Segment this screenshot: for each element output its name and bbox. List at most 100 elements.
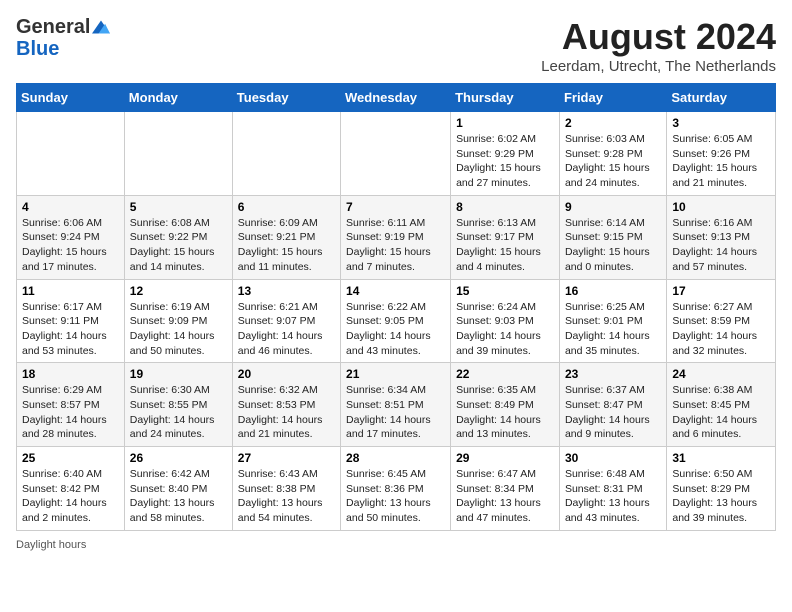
calendar-cell: 5 Sunrise: 6:08 AM Sunset: 9:22 PM Daylig… (124, 195, 232, 279)
day-info: Sunrise: 6:09 AM Sunset: 9:21 PM Dayligh… (238, 216, 335, 275)
calendar-cell: 29 Sunrise: 6:47 AM Sunset: 8:34 PM Dayli… (451, 447, 560, 531)
calendar-day-header: Sunday (17, 84, 125, 112)
calendar-cell: 30 Sunrise: 6:48 AM Sunset: 8:31 PM Dayli… (559, 447, 666, 531)
day-number: 13 (238, 284, 335, 298)
calendar-cell: 15 Sunrise: 6:24 AM Sunset: 9:03 PM Dayli… (451, 279, 560, 363)
calendar-cell: 9 Sunrise: 6:14 AM Sunset: 9:15 PM Daylig… (559, 195, 666, 279)
calendar-cell (341, 112, 451, 196)
calendar-cell: 27 Sunrise: 6:43 AM Sunset: 8:38 PM Dayli… (232, 447, 340, 531)
day-number: 20 (238, 367, 335, 381)
day-number: 27 (238, 451, 335, 465)
day-info: Sunrise: 6:35 AM Sunset: 8:49 PM Dayligh… (456, 383, 554, 442)
day-info: Sunrise: 6:38 AM Sunset: 8:45 PM Dayligh… (672, 383, 770, 442)
calendar-week-row: 25 Sunrise: 6:40 AM Sunset: 8:42 PM Dayli… (17, 447, 776, 531)
calendar-cell (124, 112, 232, 196)
day-number: 7 (346, 200, 445, 214)
day-info: Sunrise: 6:24 AM Sunset: 9:03 PM Dayligh… (456, 300, 554, 359)
day-info: Sunrise: 6:08 AM Sunset: 9:22 PM Dayligh… (130, 216, 227, 275)
logo-general-text: General (16, 16, 90, 38)
calendar-cell: 12 Sunrise: 6:19 AM Sunset: 9:09 PM Dayli… (124, 279, 232, 363)
calendar-cell: 28 Sunrise: 6:45 AM Sunset: 8:36 PM Dayli… (341, 447, 451, 531)
day-info: Sunrise: 6:25 AM Sunset: 9:01 PM Dayligh… (565, 300, 661, 359)
day-info: Sunrise: 6:45 AM Sunset: 8:36 PM Dayligh… (346, 467, 445, 526)
calendar-cell: 22 Sunrise: 6:35 AM Sunset: 8:49 PM Dayli… (451, 363, 560, 447)
calendar-cell: 1 Sunrise: 6:02 AM Sunset: 9:29 PM Daylig… (451, 112, 560, 196)
calendar-day-header: Wednesday (341, 84, 451, 112)
day-info: Sunrise: 6:13 AM Sunset: 9:17 PM Dayligh… (456, 216, 554, 275)
day-number: 4 (22, 200, 119, 214)
calendar-cell: 7 Sunrise: 6:11 AM Sunset: 9:19 PM Daylig… (341, 195, 451, 279)
calendar-table: SundayMondayTuesdayWednesdayThursdayFrid… (16, 83, 776, 531)
day-number: 6 (238, 200, 335, 214)
day-number: 14 (346, 284, 445, 298)
calendar-cell: 25 Sunrise: 6:40 AM Sunset: 8:42 PM Dayli… (17, 447, 125, 531)
day-number: 12 (130, 284, 227, 298)
footer-note: Daylight hours (16, 539, 776, 551)
day-info: Sunrise: 6:34 AM Sunset: 8:51 PM Dayligh… (346, 383, 445, 442)
day-number: 31 (672, 451, 770, 465)
day-info: Sunrise: 6:14 AM Sunset: 9:15 PM Dayligh… (565, 216, 661, 275)
calendar-cell (232, 112, 340, 196)
subtitle: Leerdam, Utrecht, The Netherlands (541, 58, 776, 75)
logo: General Blue (16, 16, 110, 60)
calendar-week-row: 18Sunrise: 6:29 AM Sunset: 8:57 PM Dayli… (17, 363, 776, 447)
calendar-day-header: Saturday (667, 84, 776, 112)
day-number: 8 (456, 200, 554, 214)
day-info: Sunrise: 6:17 AM Sunset: 9:11 PM Dayligh… (22, 300, 119, 359)
day-info: Sunrise: 6:16 AM Sunset: 9:13 PM Dayligh… (672, 216, 770, 275)
calendar-cell: 16 Sunrise: 6:25 AM Sunset: 9:01 PM Dayli… (559, 279, 666, 363)
day-info: Sunrise: 6:50 AM Sunset: 8:29 PM Dayligh… (672, 467, 770, 526)
day-number: 3 (672, 116, 770, 130)
day-info: Sunrise: 6:48 AM Sunset: 8:31 PM Dayligh… (565, 467, 661, 526)
day-info: Sunrise: 6:22 AM Sunset: 9:05 PM Dayligh… (346, 300, 445, 359)
day-number: 16 (565, 284, 661, 298)
day-info: Sunrise: 6:19 AM Sunset: 9:09 PM Dayligh… (130, 300, 227, 359)
calendar-cell: 2Sunrise: 6:03 AM Sunset: 9:28 PM Daylig… (559, 112, 666, 196)
calendar-header-row: SundayMondayTuesdayWednesdayThursdayFrid… (17, 84, 776, 112)
day-info: Sunrise: 6:40 AM Sunset: 8:42 PM Dayligh… (22, 467, 119, 526)
logo-icon (92, 20, 110, 34)
calendar-cell (17, 112, 125, 196)
calendar-cell: 31 Sunrise: 6:50 AM Sunset: 8:29 PM Dayli… (667, 447, 776, 531)
day-number: 25 (22, 451, 119, 465)
calendar-cell: 8 Sunrise: 6:13 AM Sunset: 9:17 PM Daylig… (451, 195, 560, 279)
calendar-cell: 14 Sunrise: 6:22 AM Sunset: 9:05 PM Dayli… (341, 279, 451, 363)
calendar-cell: 17 Sunrise: 6:27 AM Sunset: 8:59 PM Dayli… (667, 279, 776, 363)
day-info: Sunrise: 6:42 AM Sunset: 8:40 PM Dayligh… (130, 467, 227, 526)
main-title: August 2024 (541, 16, 776, 58)
day-number: 5 (130, 200, 227, 214)
calendar-cell: 10Sunrise: 6:16 AM Sunset: 9:13 PM Dayli… (667, 195, 776, 279)
calendar-cell: 21 Sunrise: 6:34 AM Sunset: 8:51 PM Dayli… (341, 363, 451, 447)
calendar-cell: 6 Sunrise: 6:09 AM Sunset: 9:21 PM Daylig… (232, 195, 340, 279)
day-info: Sunrise: 6:43 AM Sunset: 8:38 PM Dayligh… (238, 467, 335, 526)
calendar-cell: 19Sunrise: 6:30 AM Sunset: 8:55 PM Dayli… (124, 363, 232, 447)
day-number: 17 (672, 284, 770, 298)
day-number: 15 (456, 284, 554, 298)
day-number: 30 (565, 451, 661, 465)
day-number: 22 (456, 367, 554, 381)
day-info: Sunrise: 6:37 AM Sunset: 8:47 PM Dayligh… (565, 383, 661, 442)
calendar-week-row: 1 Sunrise: 6:02 AM Sunset: 9:29 PM Daylig… (17, 112, 776, 196)
day-info: Sunrise: 6:11 AM Sunset: 9:19 PM Dayligh… (346, 216, 445, 275)
day-info: Sunrise: 6:02 AM Sunset: 9:29 PM Dayligh… (456, 132, 554, 191)
calendar-week-row: 4 Sunrise: 6:06 AM Sunset: 9:24 PM Daylig… (17, 195, 776, 279)
day-info: Sunrise: 6:21 AM Sunset: 9:07 PM Dayligh… (238, 300, 335, 359)
calendar-cell: 23Sunrise: 6:37 AM Sunset: 8:47 PM Dayli… (559, 363, 666, 447)
calendar-day-header: Friday (559, 84, 666, 112)
calendar-day-header: Thursday (451, 84, 560, 112)
day-info: Sunrise: 6:06 AM Sunset: 9:24 PM Dayligh… (22, 216, 119, 275)
day-info: Sunrise: 6:27 AM Sunset: 8:59 PM Dayligh… (672, 300, 770, 359)
calendar-cell: 18Sunrise: 6:29 AM Sunset: 8:57 PM Dayli… (17, 363, 125, 447)
day-number: 29 (456, 451, 554, 465)
day-number: 24 (672, 367, 770, 381)
day-number: 18 (22, 367, 119, 381)
day-number: 1 (456, 116, 554, 130)
day-number: 21 (346, 367, 445, 381)
day-number: 28 (346, 451, 445, 465)
day-info: Sunrise: 6:32 AM Sunset: 8:53 PM Dayligh… (238, 383, 335, 442)
day-number: 9 (565, 200, 661, 214)
day-info: Sunrise: 6:47 AM Sunset: 8:34 PM Dayligh… (456, 467, 554, 526)
day-number: 19 (130, 367, 227, 381)
calendar-cell: 4 Sunrise: 6:06 AM Sunset: 9:24 PM Daylig… (17, 195, 125, 279)
day-info: Sunrise: 6:05 AM Sunset: 9:26 PM Dayligh… (672, 132, 770, 191)
